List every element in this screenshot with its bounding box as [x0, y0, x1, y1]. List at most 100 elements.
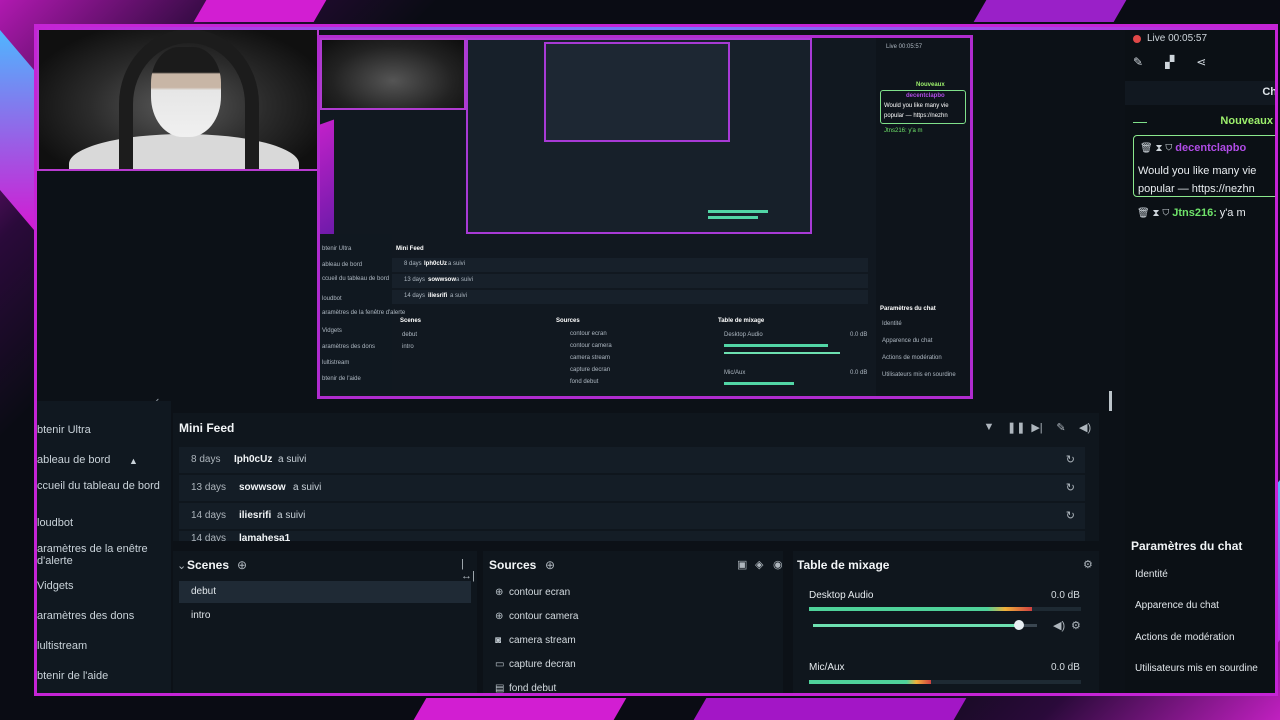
preview-source-item: capture decran [570, 367, 611, 373]
sidebar-item-widgets[interactable]: Vidgets [37, 580, 165, 592]
sidebar-item-alerte[interactable]: aramètres de la enêtre d'alerte [37, 543, 165, 567]
timeout-icon[interactable]: ⧗ [1152, 208, 1159, 219]
replay-icon[interactable]: ↻ [1066, 453, 1075, 466]
sidebar-item-cloudbot[interactable]: loudbot [37, 517, 165, 529]
feed-row[interactable]: 8 days Iph0cUz a suivi ↻ [179, 447, 1085, 473]
preview-nouveaux-label: Nouveaux [916, 82, 945, 88]
chat-setting-identite[interactable]: Identité [1135, 569, 1168, 580]
shield-icon[interactable]: ⛉ [1165, 143, 1172, 154]
audio-meter [809, 607, 1081, 611]
volume-icon[interactable]: ◀) [1079, 421, 1091, 434]
sidebar-item-accueil[interactable]: ccueil du tableau de bord [37, 480, 165, 492]
new-messages-label: Nouveaux [1220, 115, 1273, 127]
scene-item[interactable]: intro [179, 605, 471, 627]
chat-message-text: Would you like many vie [1138, 165, 1257, 177]
timeout-icon[interactable]: ⧗ [1155, 143, 1162, 154]
gear-icon[interactable]: ⚙ [1083, 558, 1093, 571]
chat-username[interactable]: Jtns216: [1172, 207, 1217, 219]
preview-feed-user: iliesrifi [428, 293, 448, 299]
sidebar-item-obtenir-ultra[interactable]: btenir Ultra [37, 424, 165, 436]
preview-mixer-db: 0.0 dB [850, 370, 868, 376]
feed-row[interactable]: 14 days lamahesa1 [179, 531, 1085, 541]
sidebar-item-multistream[interactable]: lultistream [37, 640, 165, 652]
preview-source-item: contour ecran [570, 331, 607, 337]
add-scene-icon[interactable]: ⊕ [237, 558, 247, 572]
transition-icon[interactable]: |↔| [461, 558, 477, 582]
skip-icon[interactable]: ▶| [1031, 421, 1043, 434]
trash-icon[interactable]: 🗑 [1140, 143, 1153, 154]
preview-live-label: Live 00:05:57 [886, 44, 923, 50]
chevron-down-icon[interactable]: ⌄ [177, 559, 186, 572]
share-icon[interactable]: ⋖ [1196, 55, 1206, 69]
source-item[interactable]: ⊕ contour camera [495, 611, 578, 622]
preview-nav-item: lultistream [322, 360, 350, 366]
chat-setting-apparence[interactable]: Apparence du chat [1135, 600, 1219, 611]
pause-icon[interactable]: ❚❚ [1007, 421, 1025, 434]
gear-icon[interactable]: ⚙ [1071, 619, 1081, 632]
sidebar-item-tableau-de-bord[interactable]: ableau de bord [37, 454, 165, 466]
chat-message[interactable]: 🗑 ⧗ ⛉ decentclapbo Would you like many v… [1133, 135, 1275, 197]
streaming-app-window: Mini Feed 8 days Iph0cUz a suivi 13 days… [34, 24, 1278, 696]
preview-scenes-title: Scenes [400, 318, 422, 324]
feed-user: iliesrifi [239, 510, 272, 521]
scene-item[interactable]: debut [179, 581, 471, 603]
trash-icon[interactable]: 🗑 [1137, 208, 1150, 219]
preview-scene-item: intro [402, 344, 414, 350]
shield-icon[interactable]: ⛉ [1162, 208, 1169, 219]
add-source-icon[interactable]: ⊕ [545, 558, 555, 572]
popout-icon[interactable]: ▞ [1165, 55, 1174, 69]
preview-chat-setting: Identité [882, 321, 902, 327]
mixer-channel-db: 0.0 dB [1051, 590, 1080, 601]
sidebar-item-dons[interactable]: aramètres des dons [37, 610, 165, 622]
chevron-up-icon[interactable]: ▲ [129, 456, 138, 466]
live-indicator-icon [1133, 35, 1141, 43]
feed-user: sowwsow [239, 482, 286, 493]
overlay-stripe [973, 0, 1127, 22]
preview-chat-setting: Actions de modération [882, 355, 942, 361]
chat-setting-moderation[interactable]: Actions de modération [1135, 632, 1235, 643]
globe-icon: ⊕ [495, 611, 504, 622]
source-item[interactable]: ▭ capture decran [495, 659, 576, 670]
scenes-dock: ⌄ Scenes ⊕ |↔| debut intro [173, 551, 477, 693]
preview-leftnav: btenir Ultra ableau de bord ccueil du ta… [320, 234, 405, 394]
mixer-dock: Table de mixage ⚙ Desktop Audio 0.0 dB ◀… [793, 551, 1099, 693]
source-item[interactable]: ⊕ contour ecran [495, 587, 570, 598]
preview-feed-days: 8 days [404, 261, 422, 267]
lock-icon[interactable]: ◈ [755, 558, 763, 571]
source-item[interactable]: ◙ camera stream [495, 635, 576, 646]
scrollbar[interactable] [1109, 391, 1112, 411]
preview-nav-item: Vidgets [322, 328, 342, 334]
edit-icon[interactable]: ✎ [1133, 55, 1143, 69]
preview-mixer-title: Table de mixage [718, 318, 765, 324]
preview-sources-title: Sources [556, 318, 580, 324]
chat-username[interactable]: decentclapbo [1175, 142, 1246, 154]
chat-message[interactable]: 🗑 ⧗ ⛉ Jtns216: y'a m [1137, 207, 1246, 219]
source-item[interactable]: ▤ fond debut [495, 683, 556, 693]
speaker-icon[interactable]: ◀) [1053, 619, 1065, 632]
sidebar-nav: btenir Ultra ableau de bord ▲ ccueil du … [37, 401, 171, 693]
feed-action: a suivi [277, 510, 306, 521]
preview-nav-item: ableau de bord [322, 262, 363, 268]
overlay-stripe [193, 0, 327, 22]
feed-row[interactable]: 14 days iliesrifi a suivi ↻ [179, 503, 1085, 529]
chat-setting-sourdine[interactable]: Utilisateurs mis en sourdine [1135, 663, 1258, 674]
replay-icon[interactable]: ↻ [1066, 509, 1075, 522]
sources-title: Sources [489, 558, 537, 572]
filter-icon[interactable]: ▼ [983, 421, 995, 434]
source-label: camera stream [509, 635, 576, 646]
stream-preview[interactable]: Mini Feed 8 days Iph0cUz a suivi 13 days… [317, 35, 973, 399]
preview-source-item: camera stream [570, 355, 611, 361]
folder-icon[interactable]: ▣ [737, 558, 747, 571]
volume-slider-knob[interactable] [1014, 620, 1025, 630]
feed-action: a suivi [278, 454, 307, 465]
preview-nav-item: loudbot [322, 296, 342, 302]
mute-alerts-icon[interactable]: ✎ [1055, 421, 1067, 434]
preview-mini-feed-title: Mini Feed [396, 246, 424, 252]
volume-slider[interactable] [813, 624, 1037, 627]
replay-icon[interactable]: ↻ [1066, 481, 1075, 494]
feed-days: 14 days [191, 510, 227, 521]
sidebar-item-aide[interactable]: btenir de l'aide [37, 670, 165, 682]
eye-icon[interactable]: ◉ [773, 558, 783, 571]
feed-row[interactable]: 13 days sowwsow a suivi ↻ [179, 475, 1085, 501]
overlay-stripe [693, 698, 967, 720]
